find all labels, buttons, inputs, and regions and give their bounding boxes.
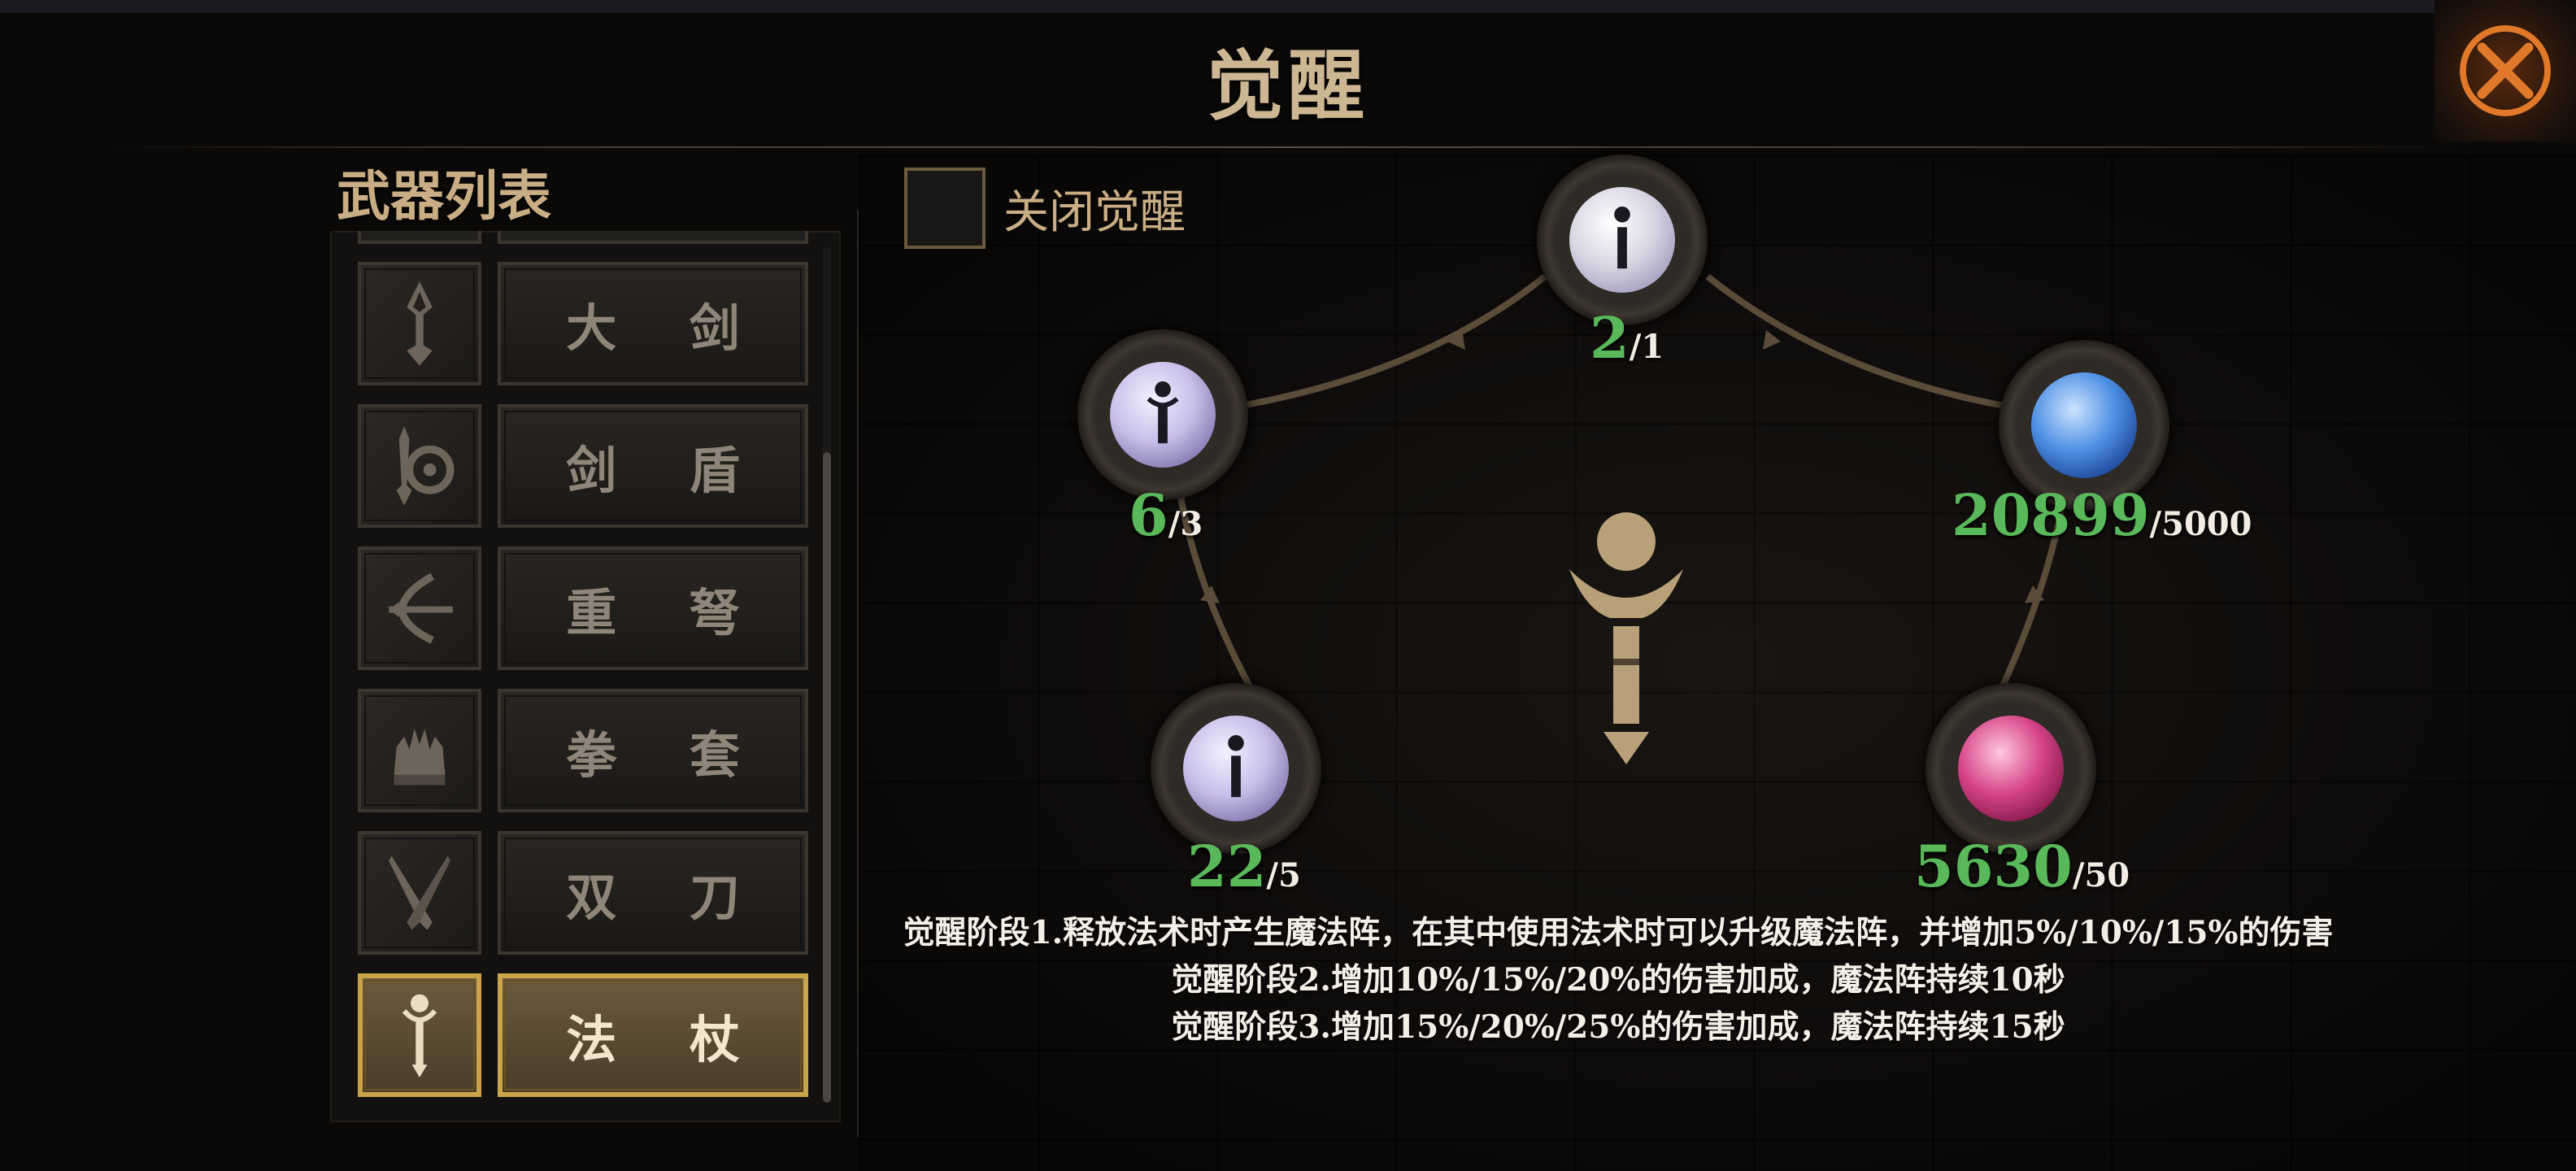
awaken-node-left[interactable]: [1077, 329, 1248, 500]
awaken-node-left-count: 6/3: [1129, 481, 1203, 549]
pink-orb-icon: [1958, 716, 2064, 821]
weapon-row-dual-blades[interactable]: 双 刀: [358, 831, 808, 955]
close-button[interactable]: [2435, 0, 2576, 141]
awaken-stage-3-text: 觉醒阶段3.增加15%/20%/25%的伤害加成，魔法阵持续15秒: [1171, 1008, 2065, 1046]
weapon-row-sword-shield[interactable]: 剑 盾: [358, 404, 808, 528]
awaken-node-right-count: 20899/5000: [1952, 481, 2252, 549]
awaken-node-top-count: 2/1: [1590, 304, 1664, 372]
staff-icon: [358, 973, 481, 1097]
awaken-toggle-checkbox[interactable]: [904, 168, 986, 249]
weapon-name: 剑 盾: [498, 404, 808, 528]
weapon-row-gauntlet[interactable]: 拳 套: [358, 689, 808, 812]
weapon-name: 拳 套: [498, 689, 808, 812]
greatsword-icon: [358, 262, 481, 385]
awaken-node-bottom-left[interactable]: [1151, 683, 1321, 854]
awaken-node-bottom-right[interactable]: [1925, 683, 2096, 854]
blue-orb-icon: [2031, 372, 2137, 478]
awaken-description: 觉醒阶段1.释放法术时产生魔法阵，在其中使用法术时可以升级魔法阵，并增加5%/1…: [862, 909, 2374, 1051]
weapon-list-heading: 武器列表: [337, 164, 551, 228]
top-strip: [0, 0, 2439, 13]
weapon-list-scrollbar[interactable]: [823, 247, 831, 1103]
weapon-name: 重 弩: [498, 546, 808, 670]
weapon-row-heavy-crossbow[interactable]: 重 弩: [358, 546, 808, 670]
dual-blades-icon: [358, 831, 481, 955]
weapon-name: 双 刀: [498, 831, 808, 955]
weapon-name: 大 剑: [498, 262, 808, 385]
staff-orb-icon: [1110, 362, 1216, 468]
weapon-row-staff[interactable]: 法 杖: [358, 973, 808, 1097]
title-divider: [114, 146, 2456, 148]
heavy-crossbow-icon: [358, 546, 481, 670]
weapon-row-partial: [358, 231, 808, 246]
sword-shield-icon: [358, 404, 481, 528]
close-icon: [2460, 25, 2551, 116]
awaken-node-top[interactable]: [1537, 155, 1708, 325]
awaken-stage-2-text: 觉醒阶段2.增加10%/15%/20%的伤害加成，魔法阵持续10秒: [1171, 961, 2065, 999]
page-title: 觉醒: [1206, 41, 1369, 131]
weapon-name: 法 杖: [498, 973, 808, 1097]
staff-emblem-icon: [1545, 504, 1708, 773]
staff-orb-icon: [1183, 716, 1289, 821]
awaken-stage-1-text: 觉醒阶段1.释放法术时产生魔法阵，在其中使用法术时可以升级魔法阵，并增加5%/1…: [903, 914, 2334, 951]
scrollbar-thumb[interactable]: [823, 452, 831, 1103]
awaken-node-bottom-left-count: 22/5: [1187, 833, 1301, 900]
awaken-node-bottom-right-count: 5630/50: [1914, 833, 2130, 900]
awaken-toggle-label: 关闭觉醒: [1003, 186, 1186, 239]
staff-orb-icon: [1569, 187, 1675, 293]
weapon-row-greatsword[interactable]: 大 剑: [358, 262, 808, 385]
gauntlet-icon: [358, 689, 481, 812]
